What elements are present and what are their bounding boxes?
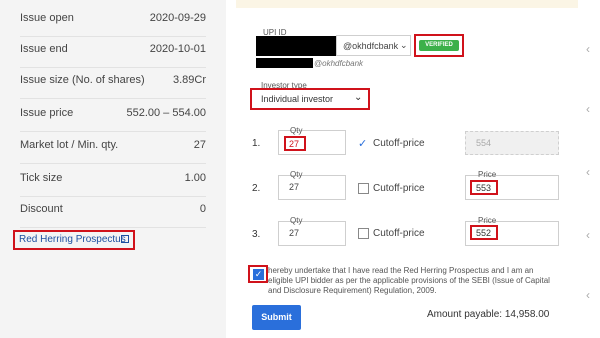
consent-line: eligible UPI bidder as per the applicabl… xyxy=(268,276,550,285)
detail-label: Issue price xyxy=(20,107,74,119)
consent-checkbox-highlight: ✓ xyxy=(248,265,268,283)
detail-row-discount: Discount 0 xyxy=(20,191,206,228)
consent-checkbox[interactable]: ✓ xyxy=(253,269,264,280)
investor-type-value: Individual investor xyxy=(261,94,334,104)
detail-label: Issue end xyxy=(20,43,68,55)
chevron-left-icon: ‹ xyxy=(586,228,590,242)
chevron-left-icon: ‹ xyxy=(586,165,590,179)
chevron-left-icon: ‹ xyxy=(586,102,590,116)
detail-label: Issue size (No. of shares) xyxy=(20,74,145,86)
ipo-details-panel: Issue open 2020-09-29 Issue end 2020-10-… xyxy=(0,0,226,338)
bid-2-cutoff-label: Cutoff-price xyxy=(373,183,425,194)
detail-value: 2020-09-29 xyxy=(149,12,206,24)
detail-value: 3.89Cr xyxy=(172,74,206,86)
bid-1-qty-value: 27 xyxy=(289,139,300,149)
bid-1-qty-highlight: 27 xyxy=(284,136,306,151)
bid-1-price-value: 554 xyxy=(476,138,492,148)
consent-text: hereby undertake that I have read the Re… xyxy=(268,266,568,296)
verified-badge: VERIFIED xyxy=(419,40,459,51)
amount-label: Amount payable: xyxy=(427,309,503,320)
detail-label: Market lot / Min. qty. xyxy=(20,139,119,151)
upi-id-input[interactable] xyxy=(256,36,336,56)
detail-label: Discount xyxy=(20,203,63,215)
detail-value: 27 xyxy=(193,139,206,151)
amount-payable: Amount payable: 14,958.00 xyxy=(427,309,549,320)
detail-label: Tick size xyxy=(20,172,63,184)
detail-row-market-lot: Market lot / Min. qty. 27 xyxy=(20,127,206,164)
detail-label: Issue open xyxy=(20,12,74,24)
external-link-icon xyxy=(121,235,129,243)
detail-value: 0 xyxy=(199,203,206,215)
submit-button[interactable]: Submit xyxy=(252,305,301,330)
rhp-link-text: Red Herring Prospectus xyxy=(19,234,126,245)
price-label: Price xyxy=(478,170,497,179)
investor-type-select[interactable]: Individual investor ⌄ xyxy=(250,88,370,110)
detail-value: 1.00 xyxy=(184,172,206,184)
bid-1-price-input: 554 xyxy=(465,131,559,155)
chevron-down-icon: ⌄ xyxy=(400,40,408,50)
bid-number: 3. xyxy=(252,229,261,240)
bid-number: 2. xyxy=(252,183,261,194)
chevron-left-icon: ‹ xyxy=(586,42,590,56)
bid-3-price-value: 552 xyxy=(476,228,492,238)
consent-line: and Disclosure Requirement) Regulation, … xyxy=(268,286,437,295)
qty-label: Qty xyxy=(290,170,303,179)
verified-highlight: VERIFIED xyxy=(414,34,464,57)
bid-3-price-highlight: 552 xyxy=(470,225,498,240)
bid-1-cutoff-checkbox[interactable]: ✓ xyxy=(358,138,370,150)
qty-label: Qty xyxy=(290,216,303,225)
qty-label: Qty xyxy=(290,126,303,135)
bid-3-cutoff-checkbox[interactable] xyxy=(358,228,369,239)
chevron-down-icon: ⌄ xyxy=(354,92,363,103)
upi-handle-select[interactable]: @okhdfcbank ⌄ xyxy=(336,35,411,56)
bid-number: 1. xyxy=(252,138,261,149)
red-herring-prospectus-link[interactable]: Red Herring Prospectus xyxy=(13,230,135,250)
detail-value: 2020-10-01 xyxy=(149,43,206,55)
consent-line: hereby undertake that I have read the Re… xyxy=(268,266,534,275)
bid-3-cutoff-label: Cutoff-price xyxy=(373,228,425,239)
upi-handle-text: @okhdfcbank xyxy=(314,59,364,68)
chevron-left-icon: ‹ xyxy=(586,288,590,302)
bid-2-qty-input[interactable]: 27 xyxy=(278,175,346,200)
amount-value: 14,958.00 xyxy=(504,309,550,320)
bid-2-cutoff-checkbox[interactable] xyxy=(358,183,369,194)
bid-2-price-highlight: 553 xyxy=(470,180,498,195)
bid-3-qty-value: 27 xyxy=(289,228,300,238)
info-banner xyxy=(236,0,590,8)
bid-2-qty-value: 27 xyxy=(289,182,300,192)
upi-handle-value: @okhdfcbank xyxy=(343,41,399,51)
bid-1-cutoff-label: Cutoff-price xyxy=(373,138,425,149)
detail-value: 552.00 – 554.00 xyxy=(126,107,206,119)
price-label: Price xyxy=(478,216,497,225)
detail-row-issue-size: Issue size (No. of shares) 3.89Cr xyxy=(20,62,206,99)
bid-3-qty-input[interactable]: 27 xyxy=(278,221,346,246)
redacted-name xyxy=(256,58,313,68)
bid-2-price-value: 553 xyxy=(476,183,492,193)
